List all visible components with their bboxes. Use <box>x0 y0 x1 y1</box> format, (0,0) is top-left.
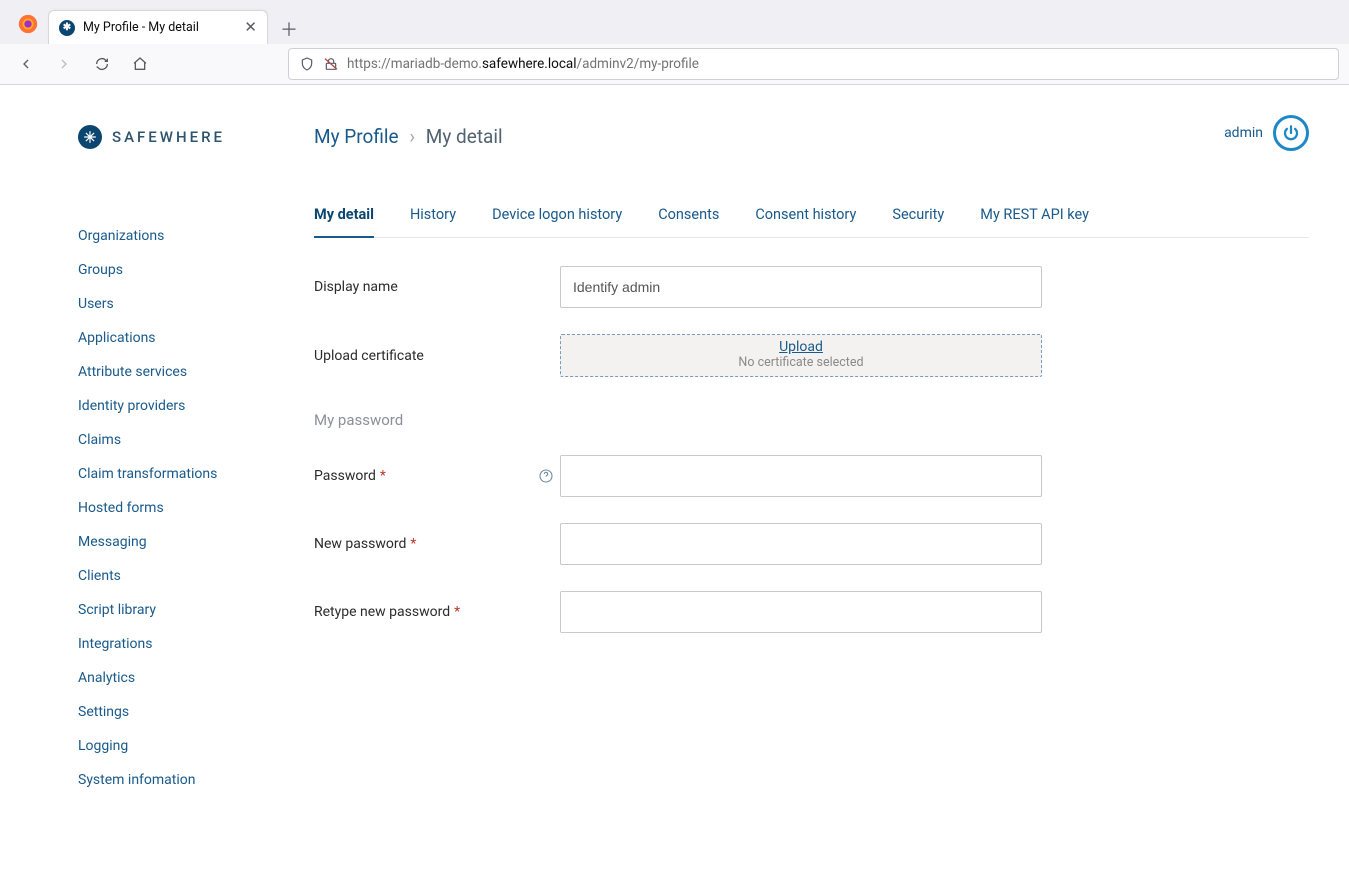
sidebar-item-identity-providers[interactable]: Identity providers <box>78 389 270 423</box>
label-new-password: New password* <box>314 536 560 552</box>
help-icon[interactable] <box>538 468 554 484</box>
logo-mark-icon <box>78 125 102 149</box>
app-root: SAFEWHERE Organizations Groups Users App… <box>0 85 1349 895</box>
sidebar-nav: Organizations Groups Users Applications … <box>78 219 270 797</box>
row-upload-certificate: Upload certificate Upload No certificate… <box>314 334 1309 377</box>
url-bar[interactable]: https://mariadb-demo.safewhere.local/adm… <box>288 48 1339 80</box>
tab-title: My Profile - My detail <box>83 20 236 35</box>
sidebar-item-messaging[interactable]: Messaging <box>78 525 270 559</box>
breadcrumb-current: My detail <box>426 125 503 148</box>
sidebar-item-analytics[interactable]: Analytics <box>78 661 270 695</box>
upload-link[interactable]: Upload <box>569 339 1033 355</box>
tab-history[interactable]: History <box>410 200 456 237</box>
sidebar-item-clients[interactable]: Clients <box>78 559 270 593</box>
forward-button[interactable] <box>48 48 80 80</box>
sidebar-item-hosted-forms[interactable]: Hosted forms <box>78 491 270 525</box>
tab-bar: ✱ My Profile - My detail ✕ ＋ <box>0 0 1349 44</box>
sidebar-item-organizations[interactable]: Organizations <box>78 219 270 253</box>
browser-toolbar: https://mariadb-demo.safewhere.local/adm… <box>0 44 1349 84</box>
row-display-name: Display name <box>314 266 1309 308</box>
label-display-name: Display name <box>314 279 560 295</box>
tab-device-logon-history[interactable]: Device logon history <box>492 200 622 237</box>
input-retype-password[interactable] <box>560 591 1042 633</box>
main-content: admin My Profile › My detail My detail H… <box>300 85 1349 895</box>
reload-button[interactable] <box>86 48 118 80</box>
sidebar-item-applications[interactable]: Applications <box>78 321 270 355</box>
back-button[interactable] <box>10 48 42 80</box>
close-tab-icon[interactable]: ✕ <box>244 20 257 35</box>
section-my-password: My password <box>314 411 1309 429</box>
sidebar-item-attribute-services[interactable]: Attribute services <box>78 355 270 389</box>
upload-subtext: No certificate selected <box>569 355 1033 370</box>
logo-text: SAFEWHERE <box>112 128 225 146</box>
logo[interactable]: SAFEWHERE <box>78 125 270 149</box>
user-name[interactable]: admin <box>1224 125 1263 141</box>
row-new-password: New password* <box>314 523 1309 565</box>
power-button[interactable] <box>1273 115 1309 151</box>
label-password: Password* <box>314 468 560 484</box>
sidebar-item-settings[interactable]: Settings <box>78 695 270 729</box>
breadcrumb: My Profile › My detail <box>314 125 1309 148</box>
input-display-name[interactable] <box>560 266 1042 308</box>
sidebar-item-logging[interactable]: Logging <box>78 729 270 763</box>
tab-rest-api-key[interactable]: My REST API key <box>980 200 1089 237</box>
sidebar-item-users[interactable]: Users <box>78 287 270 321</box>
tab-my-detail[interactable]: My detail <box>314 200 374 237</box>
sidebar-item-integrations[interactable]: Integrations <box>78 627 270 661</box>
sidebar-item-claim-transformations[interactable]: Claim transformations <box>78 457 270 491</box>
sidebar-item-system-information[interactable]: System infomation <box>78 763 270 797</box>
breadcrumb-root[interactable]: My Profile <box>314 125 399 148</box>
input-password[interactable] <box>560 455 1042 497</box>
browser-chrome: ✱ My Profile - My detail ✕ ＋ https <box>0 0 1349 85</box>
tab-security[interactable]: Security <box>892 200 944 237</box>
tab-favicon-icon: ✱ <box>59 20 75 36</box>
url-text: https://mariadb-demo.safewhere.local/adm… <box>347 56 699 72</box>
new-tab-button[interactable]: ＋ <box>274 14 304 44</box>
sidebar-item-claims[interactable]: Claims <box>78 423 270 457</box>
browser-tab[interactable]: ✱ My Profile - My detail ✕ <box>48 10 268 44</box>
row-password: Password* <box>314 455 1309 497</box>
lock-icon <box>323 56 339 72</box>
tab-consents[interactable]: Consents <box>658 200 719 237</box>
upload-dropzone[interactable]: Upload No certificate selected <box>560 334 1042 377</box>
firefox-icon <box>14 10 42 38</box>
row-retype-password: Retype new password* <box>314 591 1309 633</box>
shield-icon <box>299 56 315 72</box>
tabs: My detail History Device logon history C… <box>314 200 1309 238</box>
tab-consent-history[interactable]: Consent history <box>755 200 856 237</box>
home-button[interactable] <box>124 48 156 80</box>
sidebar-item-script-library[interactable]: Script library <box>78 593 270 627</box>
input-new-password[interactable] <box>560 523 1042 565</box>
label-upload-certificate: Upload certificate <box>314 348 560 364</box>
sidebar: SAFEWHERE Organizations Groups Users App… <box>0 85 300 895</box>
label-retype-password: Retype new password* <box>314 604 560 620</box>
header-user-area: admin <box>1224 115 1309 151</box>
chevron-right-icon: › <box>409 125 415 148</box>
sidebar-item-groups[interactable]: Groups <box>78 253 270 287</box>
